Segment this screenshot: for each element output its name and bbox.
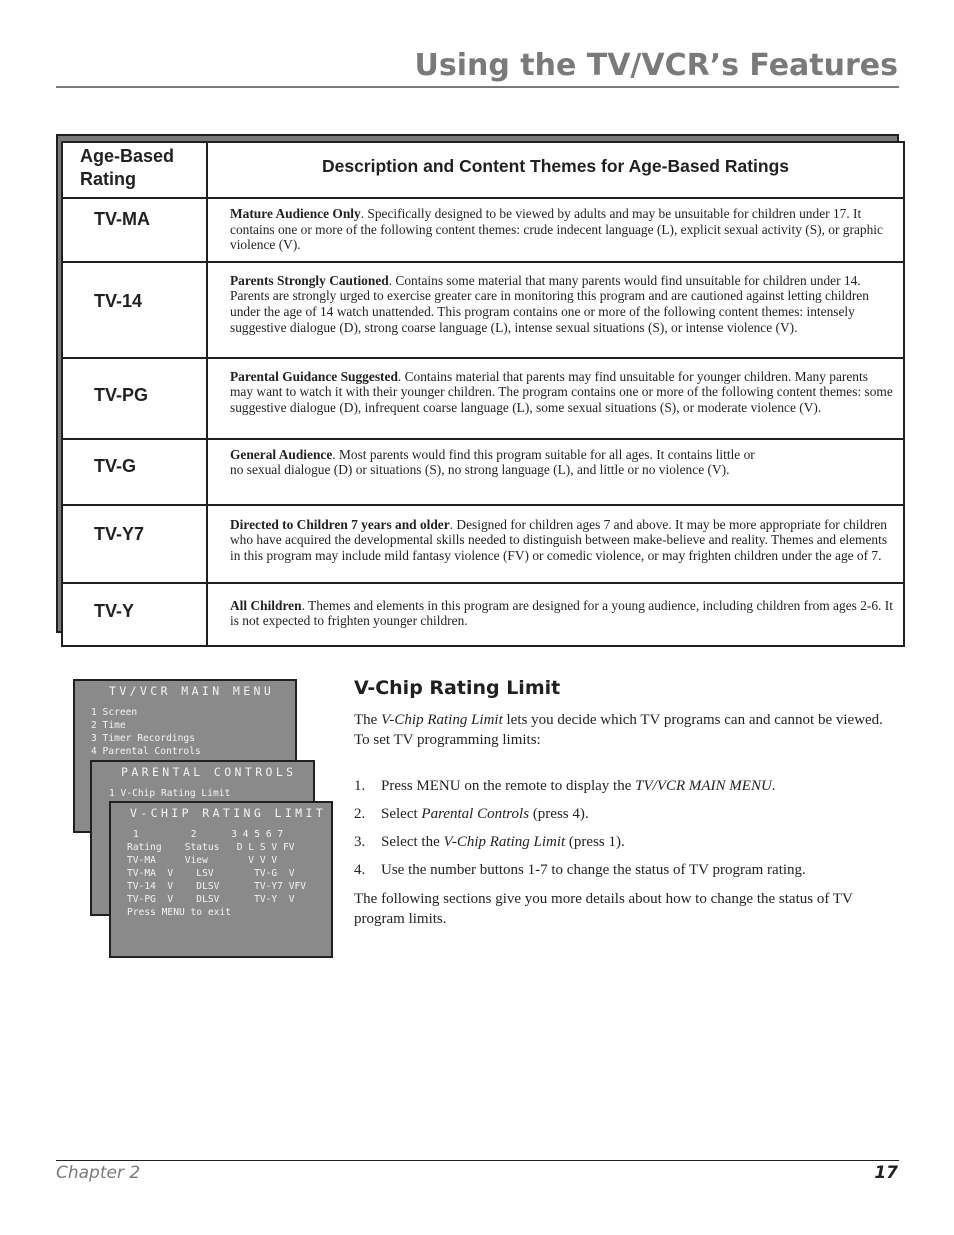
vchip-line: TV-14 V DLSV TV-Y7 VFV: [127, 881, 307, 892]
rating-description: General Audience. Most parents would fin…: [206, 437, 905, 506]
section-outro: The following sections give you more det…: [354, 891, 853, 927]
rating-title: Parents Strongly Cautioned: [230, 272, 389, 288]
vchip-line: TV-MA V LSV TV-G V: [127, 868, 295, 879]
table-row: TV-G General Audience. Most parents woul…: [61, 437, 905, 506]
rating-text: . Themes and elements in this program ar…: [230, 597, 893, 629]
table-row: TV-Y7 Directed to Children 7 years and o…: [61, 503, 905, 584]
vchip-rating-limit-screen: V-CHIP RATING LIMIT 1 2 3 4 5 6 7 Rating…: [109, 801, 333, 958]
main-menu-item: 3 Timer Recordings: [91, 733, 195, 744]
rating-label: TV-MA: [61, 197, 208, 263]
intro-text: The: [354, 712, 382, 728]
vchip-body: 1 2 3 4 5 6 7 Rating Status D L S V FV T…: [127, 828, 306, 919]
steps-list: 1. Press MENU on the remote to display th…: [354, 777, 899, 889]
step-number: 3.: [354, 834, 366, 850]
rating-title: Mature Audience Only: [230, 206, 361, 221]
step-item: 4. Use the number buttons 1-7 to change t…: [354, 861, 899, 889]
title-rule: [56, 86, 899, 88]
step-text: Press MENU on the remote to display the …: [381, 778, 776, 794]
vchip-line: TV-PG V DLSV TV-Y V: [127, 894, 295, 905]
intro-text: lets you decide which TV programs can an…: [502, 712, 883, 728]
page-number: 17: [874, 1163, 898, 1183]
footer-rule: [56, 1160, 899, 1161]
section-heading: V-Chip Rating Limit: [354, 677, 561, 699]
header-description: Description and Content Themes for Age-B…: [206, 141, 905, 199]
step-number: 4.: [354, 862, 366, 878]
step-item: 3. Select the V-Chip Rating Limit (press …: [354, 833, 899, 861]
main-menu-items: 1 Screen 2 Time 3 Timer Recordings 4 Par…: [91, 706, 201, 758]
rating-description: Parental Guidance Suggested. Contains ma…: [206, 356, 905, 440]
parental-controls-item: 1 V-Chip Rating Limit: [109, 788, 231, 799]
rating-description: Parents Strongly Cautioned. Contains som…: [206, 260, 905, 359]
rating-label: TV-PG: [61, 356, 208, 440]
intro-line: To set TV programming limits:: [354, 731, 541, 748]
header-rating: Age-Based Rating: [61, 141, 208, 199]
rating-title: General Audience: [230, 446, 333, 462]
step-item: 2. Select Parental Controls (press 4).: [354, 805, 899, 833]
vchip-line: Press MENU to exit: [127, 907, 231, 918]
step-text: Select the V-Chip Rating Limit (press 1)…: [381, 834, 625, 850]
rating-description: Directed to Children 7 years and older. …: [206, 503, 905, 584]
rating-description: All Children. Themes and elements in thi…: [206, 581, 905, 647]
intro-emphasis: V-Chip Rating Limit: [381, 712, 503, 728]
main-menu-item: 4 Parental Controls: [91, 746, 201, 757]
ratings-table: Age-Based Rating Description and Content…: [61, 141, 905, 647]
table-row: TV-MA Mature Audience Only. Specifically…: [61, 197, 905, 263]
step-item: 1. Press MENU on the remote to display th…: [354, 777, 899, 805]
step-text: Select Parental Controls (press 4).: [381, 806, 589, 822]
step-number: 1.: [354, 778, 366, 794]
main-menu-item: 1 Screen: [91, 707, 138, 718]
rating-title: Directed to Children 7 years and older: [230, 516, 450, 532]
rating-label: TV-Y7: [61, 503, 208, 584]
main-menu-item: 2 Time: [91, 720, 126, 731]
table-row: TV-PG Parental Guidance Suggested. Conta…: [61, 356, 905, 440]
rating-label: TV-14: [61, 260, 208, 359]
vchip-line: Rating Status D L S V FV: [127, 842, 295, 853]
main-menu-title: TV/VCR MAIN MENU: [109, 684, 275, 698]
parental-controls-items: 1 V-Chip Rating Limit: [109, 787, 230, 800]
vchip-title: V-CHIP RATING LIMIT: [130, 806, 327, 820]
table-row: TV-14 Parents Strongly Cautioned. Contai…: [61, 260, 905, 359]
rating-label: TV-G: [61, 437, 208, 506]
vchip-line: TV-MA View V V V: [127, 855, 278, 866]
rating-title: All Children: [230, 597, 302, 613]
section-intro: The V-Chip Rating Limit lets you decide …: [354, 711, 899, 750]
rating-title: Parental Guidance Suggested: [230, 368, 398, 384]
rating-label: TV-Y: [61, 581, 208, 647]
step-number: 2.: [354, 806, 366, 822]
table-header-row: Age-Based Rating Description and Content…: [61, 141, 905, 199]
step-text: Use the number buttons 1-7 to change the…: [381, 862, 806, 878]
footer-chapter: Chapter 2: [56, 1163, 141, 1183]
rating-description: Mature Audience Only. Specifically desig…: [206, 197, 905, 263]
page-title: Using the TV/VCR’s Features: [414, 48, 898, 83]
table-row: TV-Y All Children. Themes and elements i…: [61, 581, 905, 647]
vchip-line: 1 2 3 4 5 6 7: [133, 829, 284, 840]
parental-controls-title: PARENTAL CONTROLS: [121, 765, 297, 779]
